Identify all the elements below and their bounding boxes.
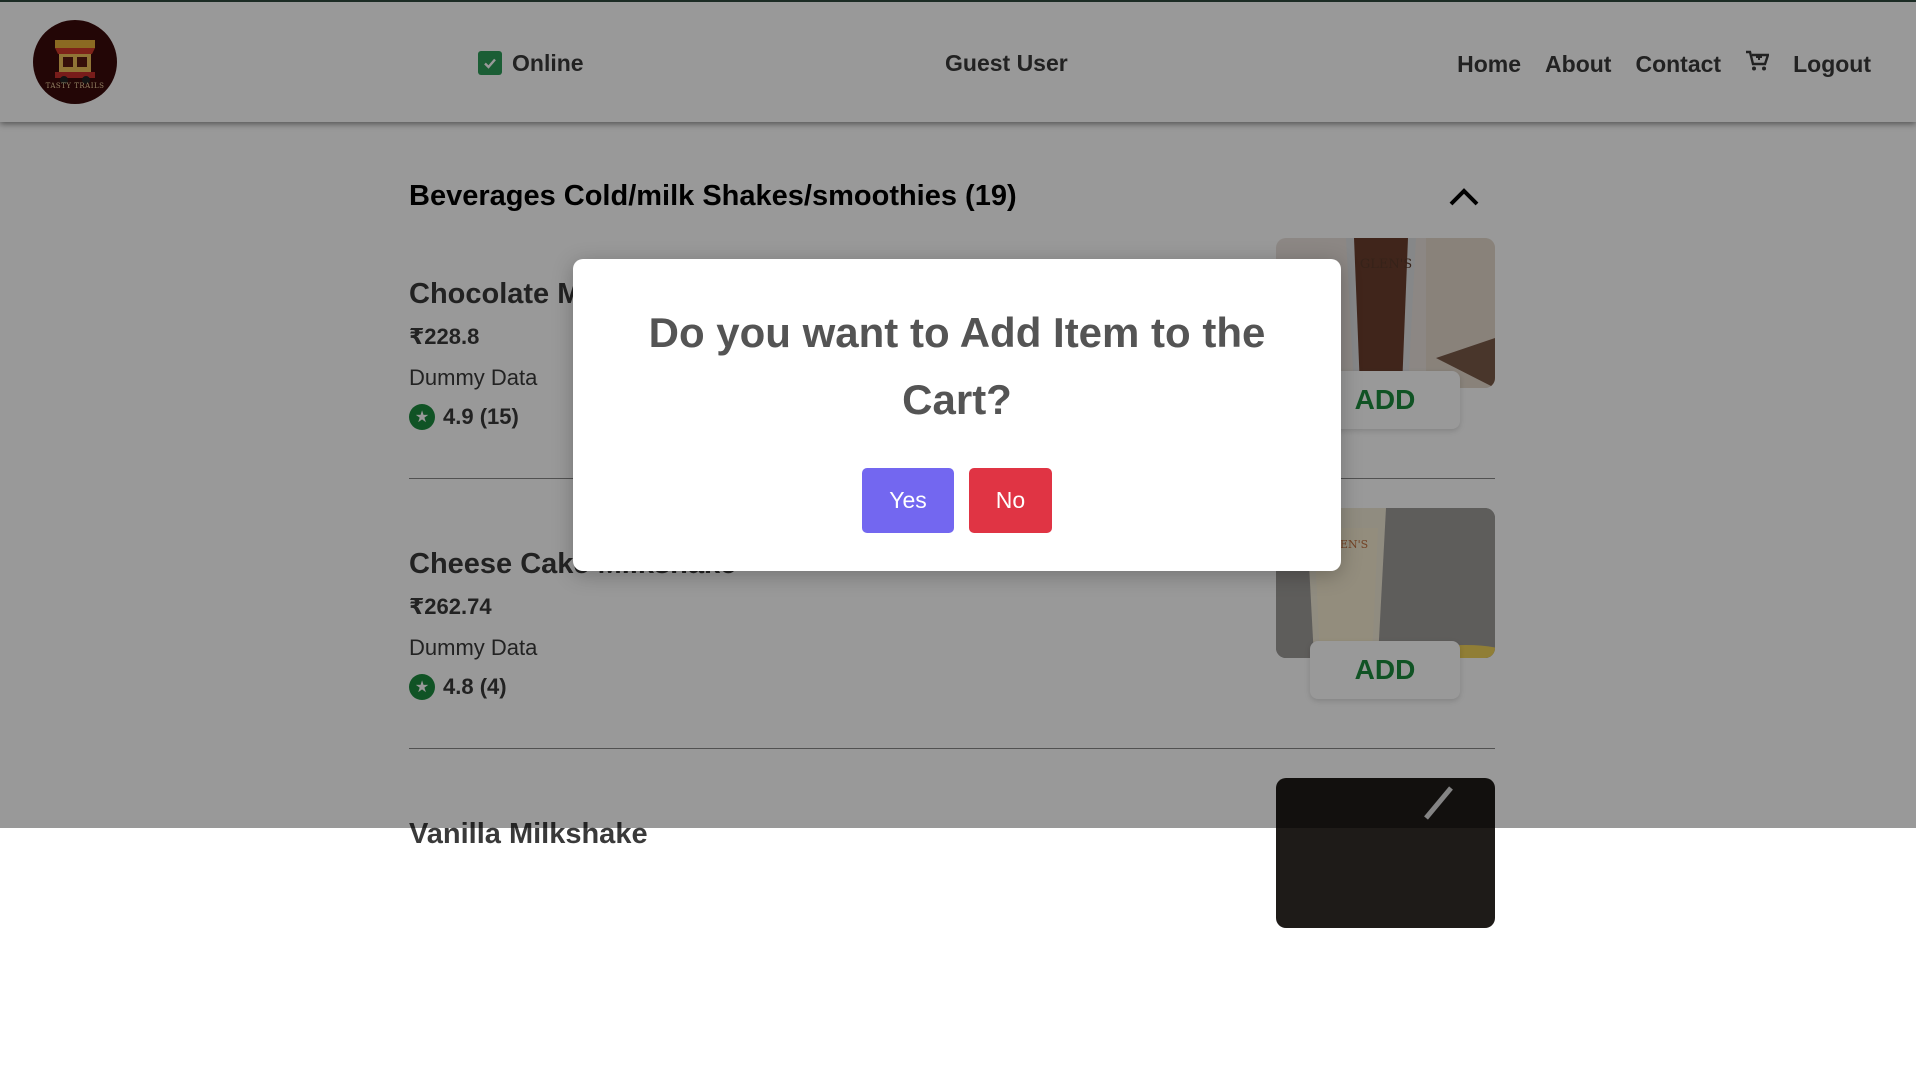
dialog-buttons: Yes No	[573, 468, 1341, 533]
no-button[interactable]: No	[969, 468, 1052, 533]
menu-item: Vanilla Milkshake	[409, 778, 1495, 1088]
yes-button[interactable]: Yes	[862, 468, 954, 533]
add-to-cart-dialog: Do you want to Add Item to the Cart? Yes…	[573, 259, 1341, 571]
dialog-message: Do you want to Add Item to the Cart?	[648, 309, 1266, 423]
